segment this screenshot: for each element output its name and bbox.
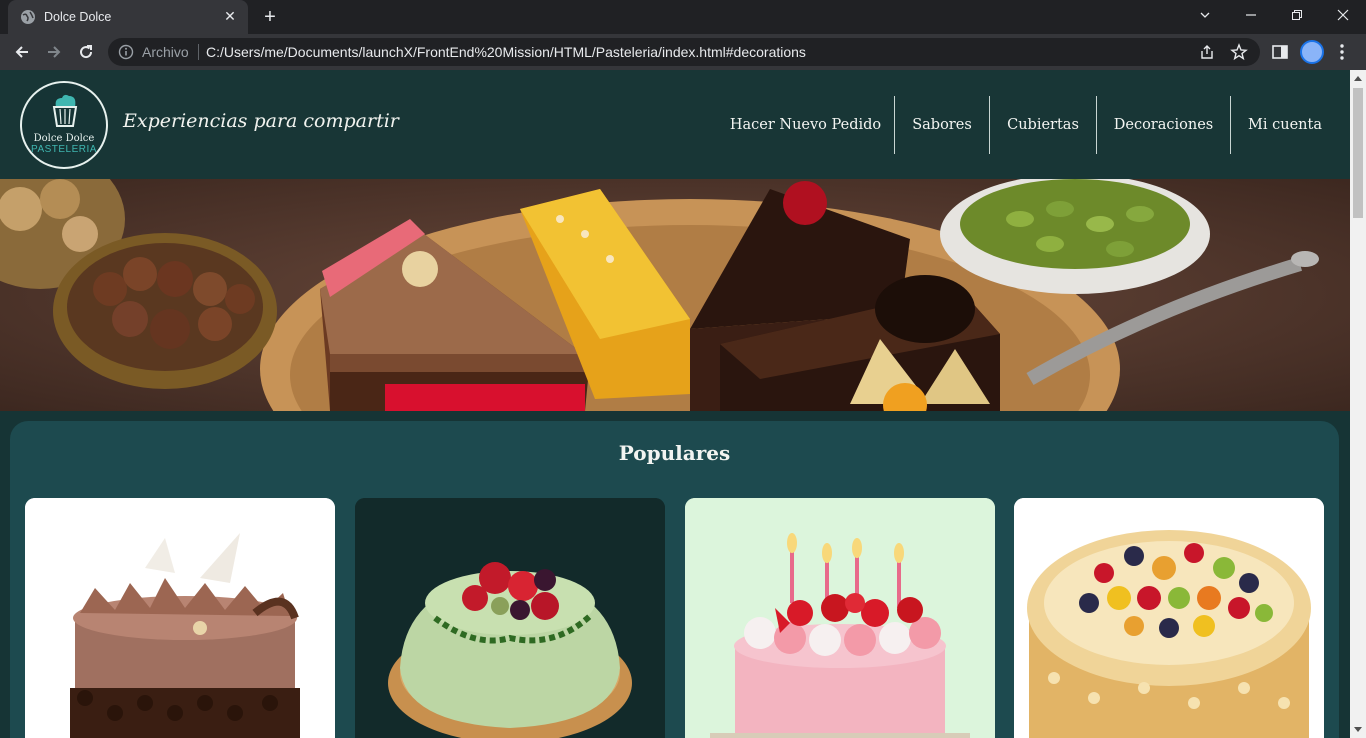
nav-divider — [989, 96, 990, 154]
scrollbar-thumb[interactable] — [1353, 88, 1363, 218]
new-tab-button[interactable]: + — [258, 5, 282, 29]
browser-tab-strip: Dolce Dolce ✕ + — [0, 0, 1366, 34]
tab-search-button[interactable] — [1182, 0, 1228, 30]
nav-divider — [894, 96, 895, 154]
arrow-left-icon — [15, 46, 28, 58]
nav-toppings[interactable]: Cubiertas — [1000, 96, 1086, 154]
chevron-down-icon — [1200, 12, 1210, 18]
close-window-button[interactable] — [1320, 0, 1366, 30]
nav-divider — [1230, 96, 1231, 154]
site-header: Dolce Dolce PASTELERIA Experiencias para… — [0, 70, 1350, 179]
nav-decorations[interactable]: Decoraciones — [1107, 96, 1220, 154]
share-icon[interactable] — [1198, 43, 1216, 61]
minimize-icon — [1246, 14, 1256, 16]
tab-close-icon[interactable]: ✕ — [222, 9, 238, 25]
address-separator — [198, 44, 199, 60]
reload-button[interactable] — [72, 38, 100, 66]
reload-icon — [80, 45, 93, 59]
page-viewport: Dolce Dolce PASTELERIA Experiencias para… — [0, 70, 1350, 738]
hero-banner-image — [0, 179, 1350, 411]
url-text[interactable]: C:/Users/me/Documents/launchX/FrontEnd%2… — [206, 44, 806, 60]
fruit-almond-cake-image — [1014, 498, 1324, 738]
side-panel-icon[interactable] — [1270, 42, 1290, 62]
fruit-cream-cake-image — [355, 498, 665, 738]
browser-tab[interactable]: Dolce Dolce ✕ — [8, 0, 248, 34]
strawberry-candle-cake-image — [685, 498, 995, 738]
site-logo[interactable]: Dolce Dolce PASTELERIA — [20, 81, 108, 169]
close-icon — [1337, 9, 1349, 21]
nav-new-order[interactable]: Hacer Nuevo Pedido — [727, 96, 884, 154]
product-card-chocolate-cake[interactable] — [25, 498, 335, 738]
restore-icon — [1292, 10, 1302, 20]
scroll-down-icon[interactable] — [1354, 727, 1362, 732]
globe-icon — [21, 10, 35, 24]
product-card-fruit-almond-cake[interactable] — [1014, 498, 1324, 738]
nav-flavors[interactable]: Sabores — [905, 96, 979, 154]
minimize-button[interactable] — [1228, 0, 1274, 30]
info-icon[interactable] — [118, 44, 134, 60]
nav-my-account[interactable]: Mi cuenta — [1241, 96, 1329, 154]
product-card-fruit-cream-cake[interactable] — [355, 498, 665, 738]
popular-title: Populares — [618, 441, 731, 465]
address-bar[interactable]: Archivo C:/Users/me/Documents/launchX/Fr… — [108, 38, 1260, 66]
forward-button[interactable] — [40, 38, 68, 66]
tab-title: Dolce Dolce — [44, 10, 112, 24]
site-info-label: Archivo — [142, 44, 189, 60]
nav-divider — [1096, 96, 1097, 154]
chocolate-cake-image — [25, 498, 335, 738]
browser-toolbar: Archivo C:/Users/me/Documents/launchX/Fr… — [0, 34, 1366, 70]
cupcake-logo-icon — [52, 94, 78, 127]
more-menu-icon[interactable] — [1336, 42, 1348, 62]
restore-button[interactable] — [1274, 0, 1320, 30]
bookmark-star-icon[interactable] — [1230, 43, 1248, 61]
product-card-strawberry-candle-cake[interactable] — [685, 498, 995, 738]
profile-avatar[interactable] — [1300, 40, 1324, 64]
site-tagline: Experiencias para compartir — [123, 110, 399, 132]
arrow-right-icon — [48, 46, 61, 58]
popular-section: Populares — [10, 421, 1339, 738]
scroll-up-icon[interactable] — [1354, 76, 1362, 81]
logo-name: Dolce Dolce — [33, 133, 95, 144]
page-scrollbar[interactable] — [1350, 70, 1366, 738]
logo-subtitle: PASTELERIA — [31, 144, 97, 155]
back-button[interactable] — [8, 38, 36, 66]
